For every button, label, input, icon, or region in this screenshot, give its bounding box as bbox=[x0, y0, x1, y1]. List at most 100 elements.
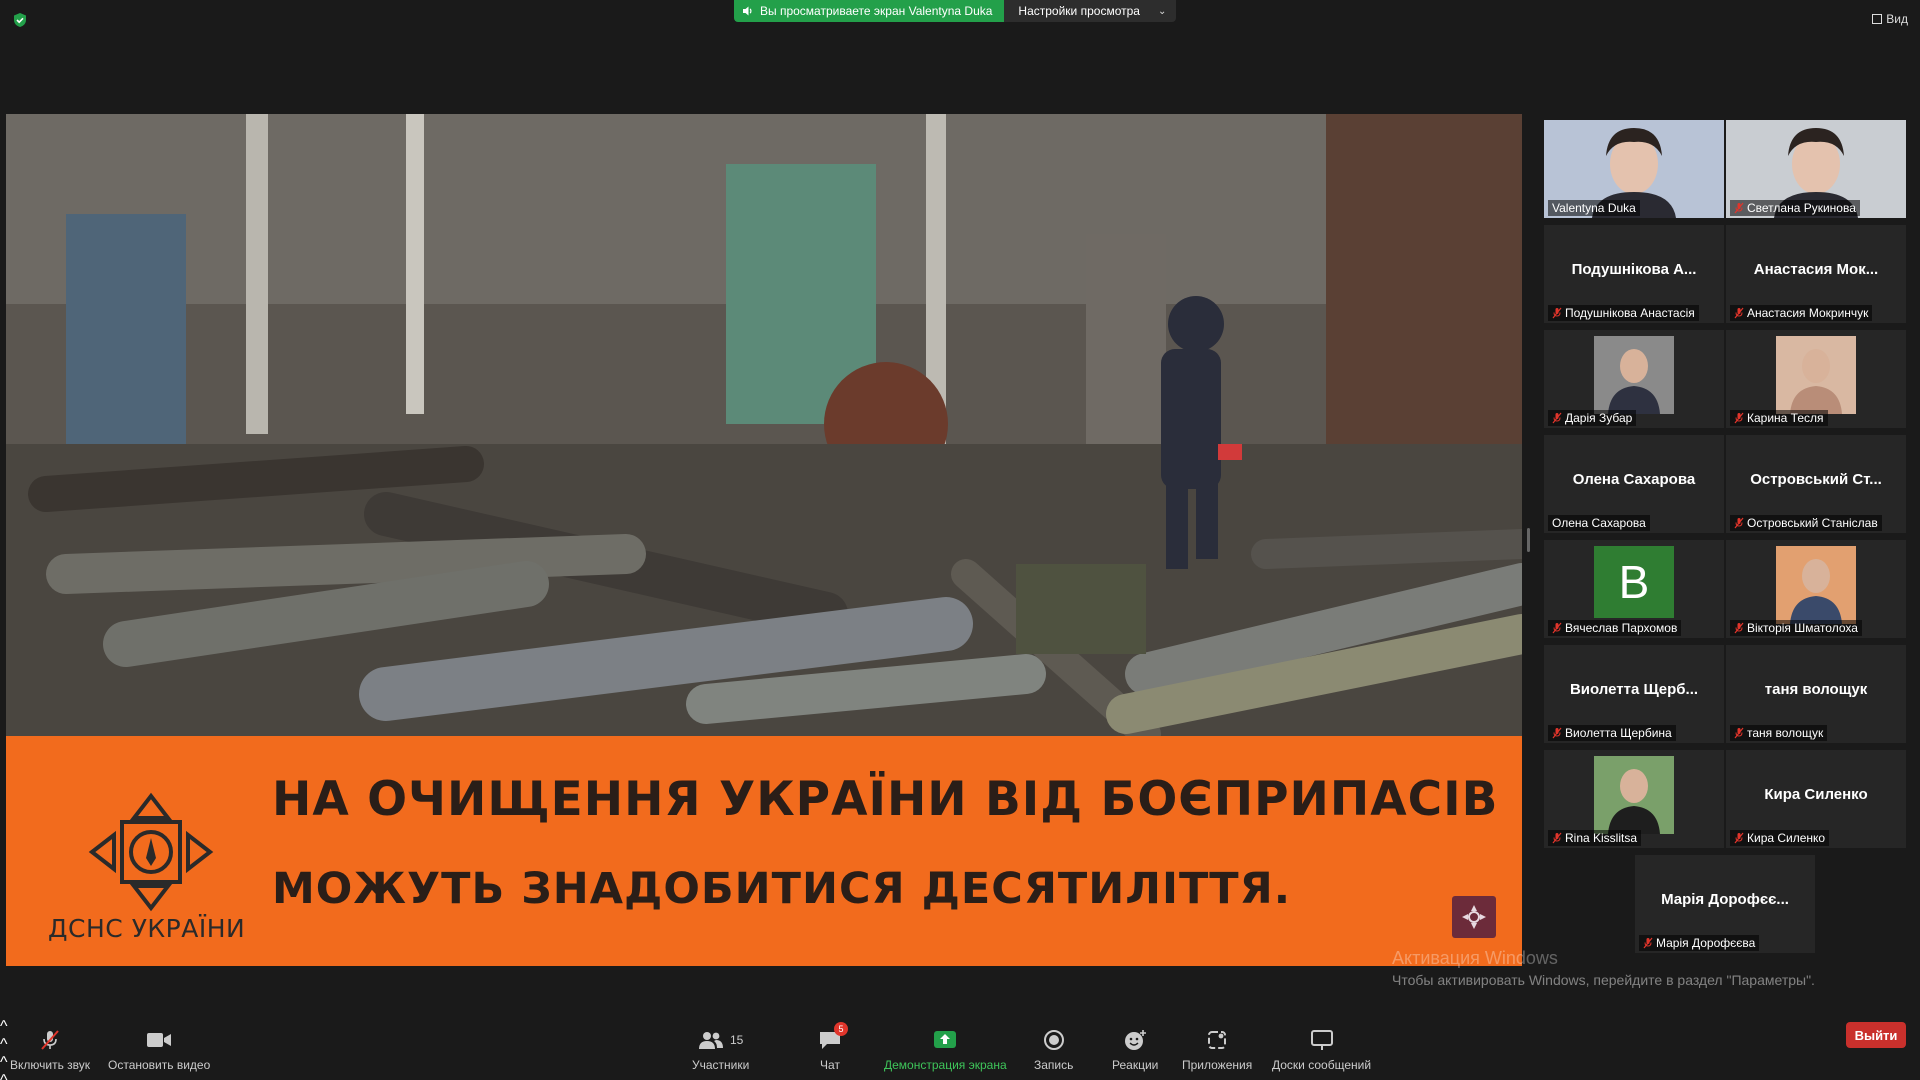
dsns-emblem-icon bbox=[88, 792, 214, 912]
view-button-label: Вид bbox=[1886, 12, 1908, 26]
participant-tile[interactable]: Вікторія Шматолоха bbox=[1726, 540, 1906, 638]
unmute-label: Включить звук bbox=[10, 1058, 91, 1072]
unmute-button[interactable]: Включить звук bbox=[10, 1028, 90, 1072]
stop-video-button[interactable]: Остановить видео bbox=[108, 1028, 210, 1072]
mic-muted-icon bbox=[1734, 202, 1744, 214]
mic-muted-icon bbox=[1734, 307, 1744, 319]
participant-tile[interactable]: Анастасия Мок... Анастасия Мокринчук bbox=[1726, 225, 1906, 323]
whiteboards-button[interactable]: Доски сообщений bbox=[1272, 1028, 1371, 1072]
participant-tile[interactable]: Светлана Рукинова bbox=[1726, 120, 1906, 218]
participant-tile[interactable]: Valentyna Duka bbox=[1544, 120, 1724, 218]
participant-tile[interactable]: Олена Сахарова Олена Сахарова bbox=[1544, 435, 1724, 533]
mic-muted-icon bbox=[1734, 832, 1744, 844]
participant-tile[interactable]: Островський Ст... Островський Станіслав bbox=[1726, 435, 1906, 533]
participant-name-label: Светлана Рукинова bbox=[1730, 200, 1860, 216]
mic-muted-icon bbox=[1552, 832, 1562, 844]
participant-name: Подушнікова Анастасія bbox=[1565, 306, 1695, 320]
participant-name: Анастасия Мокринчук bbox=[1747, 306, 1869, 320]
participant-name-label: Подушнікова Анастасія bbox=[1548, 305, 1699, 321]
chat-options-chevron-icon[interactable]: ^ bbox=[0, 1072, 1920, 1080]
mic-muted-icon bbox=[1734, 412, 1744, 424]
avatar: B bbox=[1594, 546, 1674, 618]
mic-muted-icon bbox=[1552, 412, 1562, 424]
participant-name-label: таня волощук bbox=[1730, 725, 1828, 741]
participant-tile[interactable]: B Вячеслав Пархомов bbox=[1544, 540, 1724, 638]
leave-button[interactable]: Выйти bbox=[1846, 1022, 1906, 1048]
panel-splitter-handle[interactable] bbox=[1527, 528, 1530, 552]
apps-icon bbox=[1208, 1031, 1227, 1049]
participant-name: таня волощук bbox=[1747, 726, 1824, 740]
chat-unread-badge: 5 bbox=[834, 1022, 848, 1036]
orange-banner: ДСНС УКРАЇНИ НА ОЧИЩЕННЯ УКРАЇНИ ВІД БОЄ… bbox=[6, 736, 1522, 966]
reaction-smiley-icon bbox=[1125, 1030, 1147, 1050]
participant-name-label: Дарія Зубар bbox=[1548, 410, 1637, 426]
participant-tile[interactable]: Карина Тесля bbox=[1726, 330, 1906, 428]
participant-display-name: Олена Сахарова bbox=[1572, 471, 1696, 488]
participant-tile[interactable]: Дарія Зубар bbox=[1544, 330, 1724, 428]
participant-name: Островський Станіслав bbox=[1747, 516, 1878, 530]
participant-name-label: Марія Дорофєєва bbox=[1639, 935, 1760, 951]
view-button[interactable]: Вид bbox=[1872, 12, 1908, 26]
speaker-icon bbox=[743, 6, 752, 16]
screen-share-banner: Вы просматриваете экран Valentyna Duka Н… bbox=[734, 0, 1177, 22]
participant-tile[interactable]: Виолетта Щерб... Виолетта Щербина bbox=[1544, 645, 1724, 743]
share-screen-label: Демонстрация экрана bbox=[884, 1058, 1007, 1072]
chat-button[interactable]: 5 Чат bbox=[818, 1022, 848, 1072]
whiteboards-label: Доски сообщений bbox=[1272, 1058, 1372, 1072]
participant-name: Valentyna Duka bbox=[1552, 201, 1636, 215]
grid-view-icon bbox=[1872, 14, 1883, 24]
reactions-button[interactable]: Реакции bbox=[1112, 1028, 1158, 1072]
reactions-label: Реакции bbox=[1112, 1058, 1159, 1072]
chat-label: Чат bbox=[820, 1058, 840, 1072]
participant-name: Виолетта Щербина bbox=[1565, 726, 1672, 740]
participant-tile[interactable]: Кира Силенко Кира Силенко bbox=[1726, 750, 1906, 848]
shared-screen: ДСНС УКРАЇНИ НА ОЧИЩЕННЯ УКРАЇНИ ВІД БОЄ… bbox=[6, 114, 1522, 966]
participant-tile[interactable]: Подушнікова А... Подушнікова Анастасія bbox=[1544, 225, 1724, 323]
participant-display-name: Подушнікова А... bbox=[1571, 261, 1697, 278]
windows-activation-hint: Чтобы активировать Windows, перейдите в … bbox=[1392, 972, 1815, 988]
participant-name: Дарія Зубар bbox=[1565, 411, 1633, 425]
avatar bbox=[1594, 756, 1674, 834]
headline-line-2: МОЖУТЬ ЗНАДОБИТИСЯ ДЕСЯТИЛІТТЯ. bbox=[272, 864, 1292, 914]
participant-name: Карина Тесля bbox=[1747, 411, 1824, 425]
video-camera-icon bbox=[147, 1033, 172, 1047]
cross-emblem-icon bbox=[1462, 905, 1486, 929]
mic-muted-icon bbox=[1552, 307, 1562, 319]
participant-display-name: Виолетта Щерб... bbox=[1569, 681, 1699, 698]
viewing-share-indicator: Вы просматриваете экран Valentyna Duka bbox=[734, 0, 1005, 22]
participant-tile[interactable]: таня волощук таня волощук bbox=[1726, 645, 1906, 743]
view-settings-label: Настройки просмотра bbox=[1018, 4, 1140, 18]
windows-activation-title: Активация Windows bbox=[1392, 948, 1558, 968]
participants-icon bbox=[698, 1032, 723, 1049]
participant-name: Олена Сахарова bbox=[1552, 516, 1646, 530]
zoom-meeting-window: Вы просматриваете экран Valentyna Duka Н… bbox=[0, 0, 1920, 1080]
participant-display-name: таня волощук bbox=[1764, 681, 1868, 698]
participant-name-label: Вікторія Шматолоха bbox=[1730, 620, 1862, 636]
avatar bbox=[1776, 546, 1856, 624]
participant-name-label: Виолетта Щербина bbox=[1548, 725, 1676, 741]
record-button[interactable]: Запись bbox=[1034, 1028, 1073, 1072]
warehouse-scene-image bbox=[6, 114, 1522, 736]
shield-check-icon[interactable] bbox=[12, 12, 28, 28]
participant-tile[interactable]: Rina Kisslitsa bbox=[1544, 750, 1724, 848]
participant-display-name: Кира Силенко bbox=[1764, 786, 1868, 803]
org-name: ДСНС УКРАЇНИ bbox=[48, 914, 246, 943]
view-settings-dropdown[interactable]: Настройки просмотра ⌄ bbox=[1004, 0, 1177, 22]
participant-name: Rina Kisslitsa bbox=[1565, 831, 1638, 845]
participants-button[interactable]: 15 Участники bbox=[692, 1028, 749, 1072]
apps-button[interactable]: Приложения bbox=[1182, 1028, 1252, 1072]
share-screen-button[interactable]: Демонстрация экрана bbox=[884, 1028, 1007, 1072]
share-text: Вы просматриваете экран Valentyna Duka bbox=[760, 4, 993, 18]
participant-name-label: Олена Сахарова bbox=[1548, 515, 1650, 531]
meeting-toolbar: Включить звук ^ Остановить видео ^ 15 Уч… bbox=[0, 1018, 1920, 1080]
participant-display-name: Анастасия Мок... bbox=[1753, 261, 1879, 278]
headline-line-1: НА ОЧИЩЕННЯ УКРАЇНИ ВІД БОЄПРИПАСІВ bbox=[272, 772, 1499, 827]
record-label: Запись bbox=[1034, 1058, 1074, 1072]
participant-name-label: Анастасия Мокринчук bbox=[1730, 305, 1873, 321]
channel-logo bbox=[1452, 896, 1496, 938]
stop-video-label: Остановить видео bbox=[108, 1058, 211, 1072]
participant-tile[interactable]: Марія Дорофєє... Марія Дорофєєва bbox=[1635, 855, 1815, 953]
avatar bbox=[1776, 336, 1856, 414]
mic-muted-icon bbox=[1552, 727, 1562, 739]
participant-display-name: Островський Ст... bbox=[1750, 471, 1882, 488]
